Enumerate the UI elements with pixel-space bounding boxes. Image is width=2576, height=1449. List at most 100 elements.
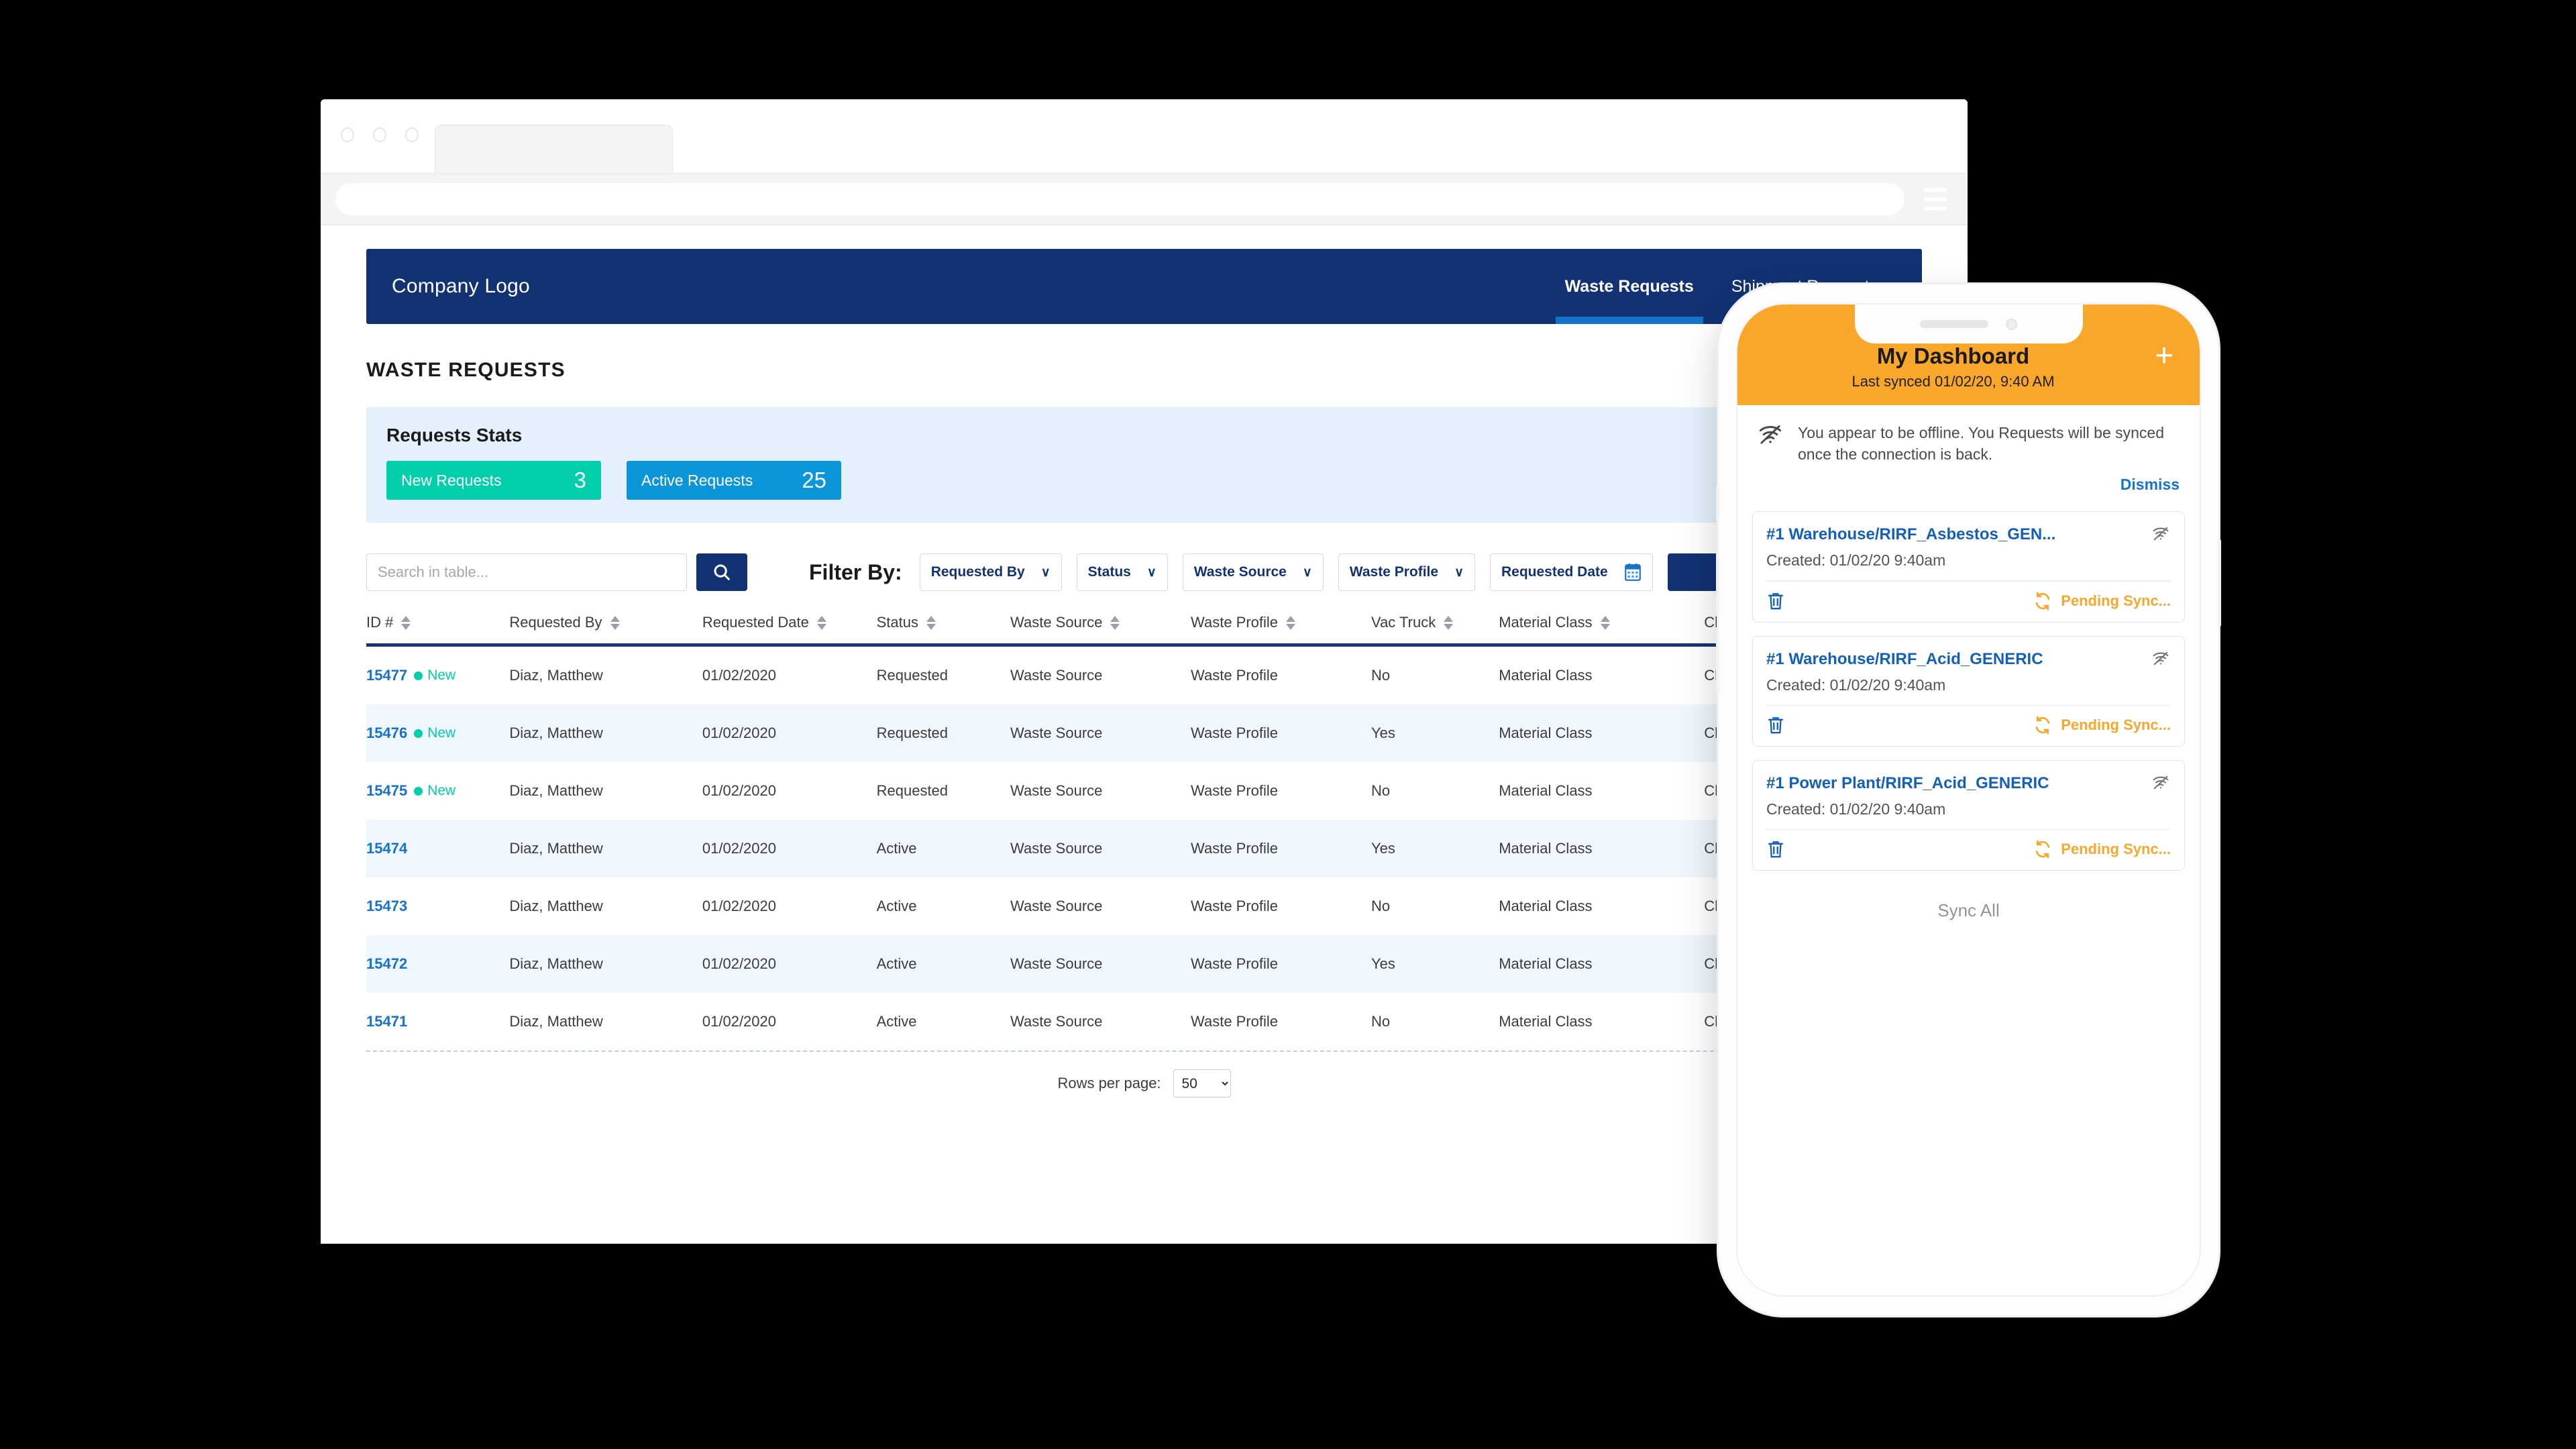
column-header-material-class-label: Material Class xyxy=(1499,614,1593,631)
request-id-link[interactable]: 15471 xyxy=(366,1013,407,1030)
cell-material-class: Material Class xyxy=(1499,667,1593,684)
filter-waste-source[interactable]: Waste Source ∨ xyxy=(1182,553,1324,591)
new-dot-icon xyxy=(414,671,423,680)
status-badge-label: Pending Sync... xyxy=(2061,841,2171,858)
card-title[interactable]: #1 Power Plant/RIRF_Acid_GENERIC xyxy=(1766,774,2144,794)
table-row[interactable]: 15473 Diaz, Matthew 01/02/2020 Active Wa… xyxy=(366,877,1922,935)
nav-tab-waste-requests-label: Waste Requests xyxy=(1564,276,1694,296)
browser-chrome xyxy=(321,99,1968,173)
cell-id: 15475 New xyxy=(366,762,509,820)
mobile-last-synced: Last synced 01/02/20, 9:40 AM xyxy=(1851,373,2055,390)
cell-vac-truck: No xyxy=(1371,898,1391,914)
column-header-requested-date-label: Requested Date xyxy=(702,614,809,631)
column-header-vac-truck[interactable]: Vac Truck xyxy=(1371,614,1499,645)
status-badge-label: Pending Sync... xyxy=(2061,592,2171,609)
new-dot-icon xyxy=(414,729,423,738)
status-badge-label: New xyxy=(427,783,456,798)
table-toolbar: Filter By: Requested By ∨ Status ∨ Waste… xyxy=(366,553,1922,591)
company-logo: Company Logo xyxy=(392,275,530,298)
phone-notch xyxy=(1854,305,2083,343)
divider xyxy=(1766,704,2171,706)
search-button[interactable] xyxy=(696,553,747,591)
stat-pill-active-requests-value: 25 xyxy=(802,468,826,492)
cell-material-class: Material Class xyxy=(1499,840,1593,857)
sync-all-button[interactable]: Sync All xyxy=(1737,871,2200,951)
card-actions: Pending Sync... xyxy=(1766,839,2171,859)
hamburger-menu-icon[interactable] xyxy=(1918,188,1953,211)
table-footer: Rows per page: 50 xyxy=(366,1051,1922,1097)
request-id-link[interactable]: 15472 xyxy=(366,955,407,973)
card-title[interactable]: #1 Warehouse/RIRF_Acid_GENERIC xyxy=(1766,650,2144,669)
cell-vac-truck: No xyxy=(1371,782,1391,799)
stat-pill-active-requests[interactable]: Active Requests 25 xyxy=(627,461,841,500)
stat-pill-group: New Requests 3 Active Requests 25 xyxy=(386,461,1902,500)
filter-requested-by-label: Requested By xyxy=(930,564,1025,580)
trash-icon[interactable] xyxy=(1766,839,1785,859)
trash-icon[interactable] xyxy=(1766,591,1785,611)
sort-arrows-icon xyxy=(926,615,936,630)
cell-waste-source: Waste Source xyxy=(1010,782,1103,799)
table-row[interactable]: 15474 Diaz, Matthew 01/02/2020 Active Wa… xyxy=(366,820,1922,877)
status-badge: Pending Sync... xyxy=(2033,839,2171,859)
filter-by-label: Filter By: xyxy=(809,559,902,584)
table-row[interactable]: 15477 New Diaz, Matthew 01/02/2020 Reques… xyxy=(366,645,1922,705)
search-input[interactable] xyxy=(366,553,687,591)
cell-id: 15474 xyxy=(366,820,509,877)
browser-tab[interactable] xyxy=(435,125,673,173)
request-id-link[interactable]: 15475 xyxy=(366,782,407,800)
close-window-button[interactable] xyxy=(341,127,354,142)
list-item[interactable]: #1 Warehouse/RIRF_Asbestos_GEN... Create… xyxy=(1752,511,2185,623)
offline-message: You appear to be offline. You Requests w… xyxy=(1798,424,2165,463)
status-badge: New xyxy=(414,667,455,684)
cell-id: 15473 xyxy=(366,877,509,935)
rows-per-page-select[interactable]: 50 xyxy=(1173,1069,1231,1097)
status-badge-label: New xyxy=(427,667,456,683)
card-header: #1 Power Plant/RIRF_Acid_GENERIC xyxy=(1766,774,2171,794)
cell-status: Active xyxy=(876,840,917,857)
column-header-status[interactable]: Status xyxy=(877,614,1010,645)
stat-pill-new-requests[interactable]: New Requests 3 xyxy=(386,461,601,500)
table-row[interactable]: 15475 New Diaz, Matthew 01/02/2020 Reques… xyxy=(366,762,1922,820)
nav-tab-waste-requests[interactable]: Waste Requests xyxy=(1546,249,1713,324)
column-header-status-label: Status xyxy=(876,614,918,631)
dismiss-button[interactable]: Dismiss xyxy=(2121,476,2180,493)
list-item[interactable]: #1 Power Plant/RIRF_Acid_GENERIC Created… xyxy=(1752,760,2185,871)
cell-material-class: Material Class xyxy=(1499,782,1593,799)
cell-requested-date: 01/02/2020 xyxy=(702,667,776,684)
card-title[interactable]: #1 Warehouse/RIRF_Asbestos_GEN... xyxy=(1766,525,2144,545)
filter-requested-date[interactable]: Requested Date xyxy=(1489,553,1653,591)
column-header-waste-source[interactable]: Waste Source xyxy=(1010,614,1191,645)
filter-status[interactable]: Status ∨ xyxy=(1076,553,1168,591)
divider xyxy=(1766,580,2171,582)
cell-status: Active xyxy=(876,955,917,972)
plus-icon[interactable]: + xyxy=(2149,340,2180,372)
cell-waste-profile: Waste Profile xyxy=(1191,840,1279,857)
request-id-link[interactable]: 15473 xyxy=(366,898,407,915)
column-header-id-label: ID # xyxy=(366,614,394,631)
wifi-off-icon xyxy=(2151,774,2171,790)
request-id-link[interactable]: 15476 xyxy=(366,724,407,742)
cell-requested-by: Diaz, Matthew xyxy=(509,782,603,799)
minimize-window-button[interactable] xyxy=(373,127,386,142)
cell-waste-profile: Waste Profile xyxy=(1191,898,1279,914)
request-id-link[interactable]: 15474 xyxy=(366,840,407,857)
column-header-requested-by[interactable]: Requested By xyxy=(509,614,702,645)
maximize-window-button[interactable] xyxy=(405,127,419,142)
table-row[interactable]: 15472 Diaz, Matthew 01/02/2020 Active Wa… xyxy=(366,935,1922,993)
filter-waste-profile[interactable]: Waste Profile ∨ xyxy=(1338,553,1475,591)
address-bar[interactable] xyxy=(335,183,1904,215)
request-id-link[interactable]: 15477 xyxy=(366,667,407,684)
table-row[interactable]: 15471 Diaz, Matthew 01/02/2020 Active Wa… xyxy=(366,993,1922,1051)
cell-vac-truck: No xyxy=(1371,667,1391,684)
trash-icon[interactable] xyxy=(1766,715,1785,735)
column-header-waste-profile[interactable]: Waste Profile xyxy=(1191,614,1371,645)
cell-material-class: Material Class xyxy=(1499,955,1593,972)
column-header-requested-date[interactable]: Requested Date xyxy=(702,614,877,645)
cell-id: 15472 xyxy=(366,935,509,993)
table-row[interactable]: 15476 New Diaz, Matthew 01/02/2020 Reques… xyxy=(366,704,1922,762)
column-header-id[interactable]: ID # xyxy=(366,614,509,645)
filter-requested-by[interactable]: Requested By ∨ xyxy=(919,553,1062,591)
status-badge: New xyxy=(414,725,455,741)
column-header-material-class[interactable]: Material Class xyxy=(1499,614,1704,645)
list-item[interactable]: #1 Warehouse/RIRF_Acid_GENERIC Created: … xyxy=(1752,635,2185,747)
